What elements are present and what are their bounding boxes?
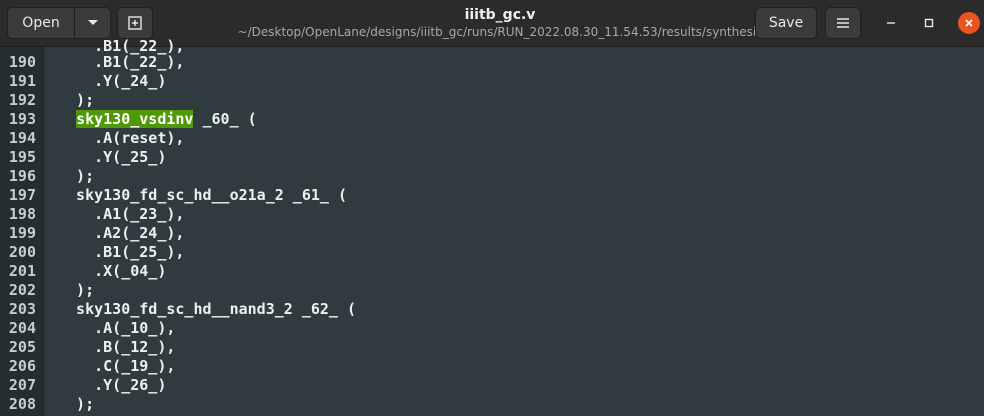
- code-text-segment: .A(_10_),: [58, 319, 176, 337]
- line-number: 202: [8, 281, 36, 299]
- maximize-button[interactable]: [918, 12, 940, 34]
- code-text: .Y(_24_): [58, 72, 166, 91]
- code-line[interactable]: 195 .Y(_25_): [0, 148, 984, 167]
- code-text-segment: _60_ (: [193, 110, 257, 128]
- code-line[interactable]: 191 .Y(_24_): [0, 72, 984, 91]
- code-text-segment: .C(_19_),: [58, 357, 176, 375]
- code-text: .Y(_25_): [58, 148, 166, 167]
- code-line[interactable]: 198 .A1(_23_),: [0, 205, 984, 224]
- code-text: .C(_19_),: [58, 357, 175, 376]
- save-button[interactable]: Save: [755, 7, 817, 39]
- code-line[interactable]: 192 );: [0, 91, 984, 110]
- line-number: 205: [8, 338, 36, 356]
- code-line[interactable]: 194 .A(reset),: [0, 129, 984, 148]
- line-number: 195: [8, 148, 36, 166]
- code-text: .A1(_23_),: [58, 205, 184, 224]
- line-number: 190: [8, 53, 36, 71]
- code-line[interactable]: 201 .X(_04_): [0, 262, 984, 281]
- minimize-icon: [887, 22, 895, 24]
- line-number: 208: [8, 395, 36, 413]
- code-line[interactable]: 190 .B1(_22_),: [0, 53, 984, 72]
- chevron-down-icon: [87, 20, 98, 25]
- code-line[interactable]: 206 .C(_19_),: [0, 357, 984, 376]
- line-number: 200: [8, 243, 36, 261]
- line-number: 194: [8, 129, 36, 147]
- code-line[interactable]: 197 sky130_fd_sc_hd__o21a_2 _61_ (: [0, 186, 984, 205]
- code-text: sky130_vsdinv _60_ (: [58, 110, 257, 129]
- code-line[interactable]: 204 .A(_10_),: [0, 319, 984, 338]
- code-text-segment: .Y(_24_): [58, 72, 167, 90]
- code-line[interactable]: 200 .B1(_25_),: [0, 243, 984, 262]
- code-text-segment: .Y(_25_): [58, 148, 167, 166]
- code-text: .B1(_22_),: [58, 53, 184, 72]
- maximize-icon: [924, 18, 934, 28]
- code-text: sky130_fd_sc_hd__nand3_2 _62_ (: [58, 300, 356, 319]
- new-tab-icon: [128, 16, 142, 30]
- search-highlight: sky130_vsdinv: [76, 110, 194, 128]
- code-text-segment: .A1(_23_),: [58, 205, 185, 223]
- open-recent-dropdown-button[interactable]: [74, 7, 111, 39]
- code-text: sky130_fd_sc_hd__o21a_2 _61_ (: [58, 186, 347, 205]
- line-number: 193: [8, 110, 36, 128]
- code-text-segment: .X(_04_): [58, 262, 167, 280]
- line-number: 198: [8, 205, 36, 223]
- document-title: iiitb_gc.v: [464, 7, 536, 23]
- line-number: 199: [8, 224, 36, 242]
- code-text: .B1(_25_),: [58, 243, 184, 262]
- code-text: .Y(_26_): [58, 376, 166, 395]
- code-text-segment: .Y(_26_): [58, 376, 167, 394]
- line-number: 207: [8, 376, 36, 394]
- code-text: .B(_12_),: [58, 338, 175, 357]
- open-button[interactable]: Open: [7, 7, 75, 39]
- save-button-label: Save: [768, 15, 804, 31]
- code-line[interactable]: 203 sky130_fd_sc_hd__nand3_2 _62_ (: [0, 300, 984, 319]
- minimize-button[interactable]: [880, 12, 902, 34]
- code-text-segment: .A(reset),: [58, 129, 185, 147]
- code-text-segment: [58, 110, 76, 128]
- open-button-label: Open: [22, 15, 60, 31]
- line-number: 192: [8, 91, 36, 109]
- line-number: 197: [8, 186, 36, 204]
- code-text: .A(reset),: [58, 129, 184, 148]
- close-icon: [965, 19, 973, 27]
- code-text: .A(_10_),: [58, 319, 175, 338]
- code-text: );: [58, 91, 94, 110]
- hamburger-menu-button[interactable]: [825, 7, 861, 39]
- code-line[interactable]: 202 );: [0, 281, 984, 300]
- text-editor[interactable]: .B1(_22_), 190 .B1(_22_), 191 .Y(_24_) 192…: [0, 37, 984, 416]
- line-number: 203: [8, 300, 36, 318]
- document-path: ~/Desktop/OpenLane/designs/iiitb_gc/runs…: [237, 25, 763, 39]
- code-line[interactable]: 193 sky130_vsdinv _60_ (: [0, 110, 984, 129]
- code-text-segment: sky130_fd_sc_hd__nand3_2 _62_ (: [58, 300, 357, 318]
- code-text-segment: .B1(_22_),: [58, 53, 185, 71]
- line-number: 191: [8, 72, 36, 90]
- code-line[interactable]: 205 .B(_12_),: [0, 338, 984, 357]
- code-text-segment: );: [58, 167, 95, 185]
- code-text: );: [58, 281, 94, 300]
- code-text-segment: .B(_12_),: [58, 338, 176, 356]
- code-text: .A2(_24_),: [58, 224, 184, 243]
- code-text: );: [58, 167, 94, 186]
- code-text: );: [58, 395, 94, 414]
- code-text-segment: );: [58, 91, 95, 109]
- line-number: 201: [8, 262, 36, 280]
- code-line[interactable]: 208 );: [0, 395, 984, 414]
- line-number: 196: [8, 167, 36, 185]
- code-text-segment: .B1(_25_),: [58, 243, 185, 261]
- new-document-button[interactable]: [117, 7, 153, 39]
- code-line[interactable]: 199 .A2(_24_),: [0, 224, 984, 243]
- window-title-area: iiitb_gc.v ~/Desktop/OpenLane/designs/ii…: [230, 6, 770, 40]
- line-number: 204: [8, 319, 36, 337]
- code-text-segment: .A2(_24_),: [58, 224, 185, 242]
- line-number: 206: [8, 357, 36, 375]
- code-text-segment: sky130_fd_sc_hd__o21a_2 _61_ (: [58, 186, 347, 204]
- code-text-segment: );: [58, 281, 95, 299]
- close-button[interactable]: [958, 12, 980, 34]
- code-text: .X(_04_): [58, 262, 166, 281]
- gedit-window: Open iiitb_gc.v ~/Desktop/OpenLane/desig…: [0, 0, 984, 416]
- code-text-segment: );: [58, 395, 95, 413]
- code-line[interactable]: 207 .Y(_26_): [0, 376, 984, 395]
- code-line[interactable]: 196 );: [0, 167, 984, 186]
- hamburger-icon: [837, 18, 849, 28]
